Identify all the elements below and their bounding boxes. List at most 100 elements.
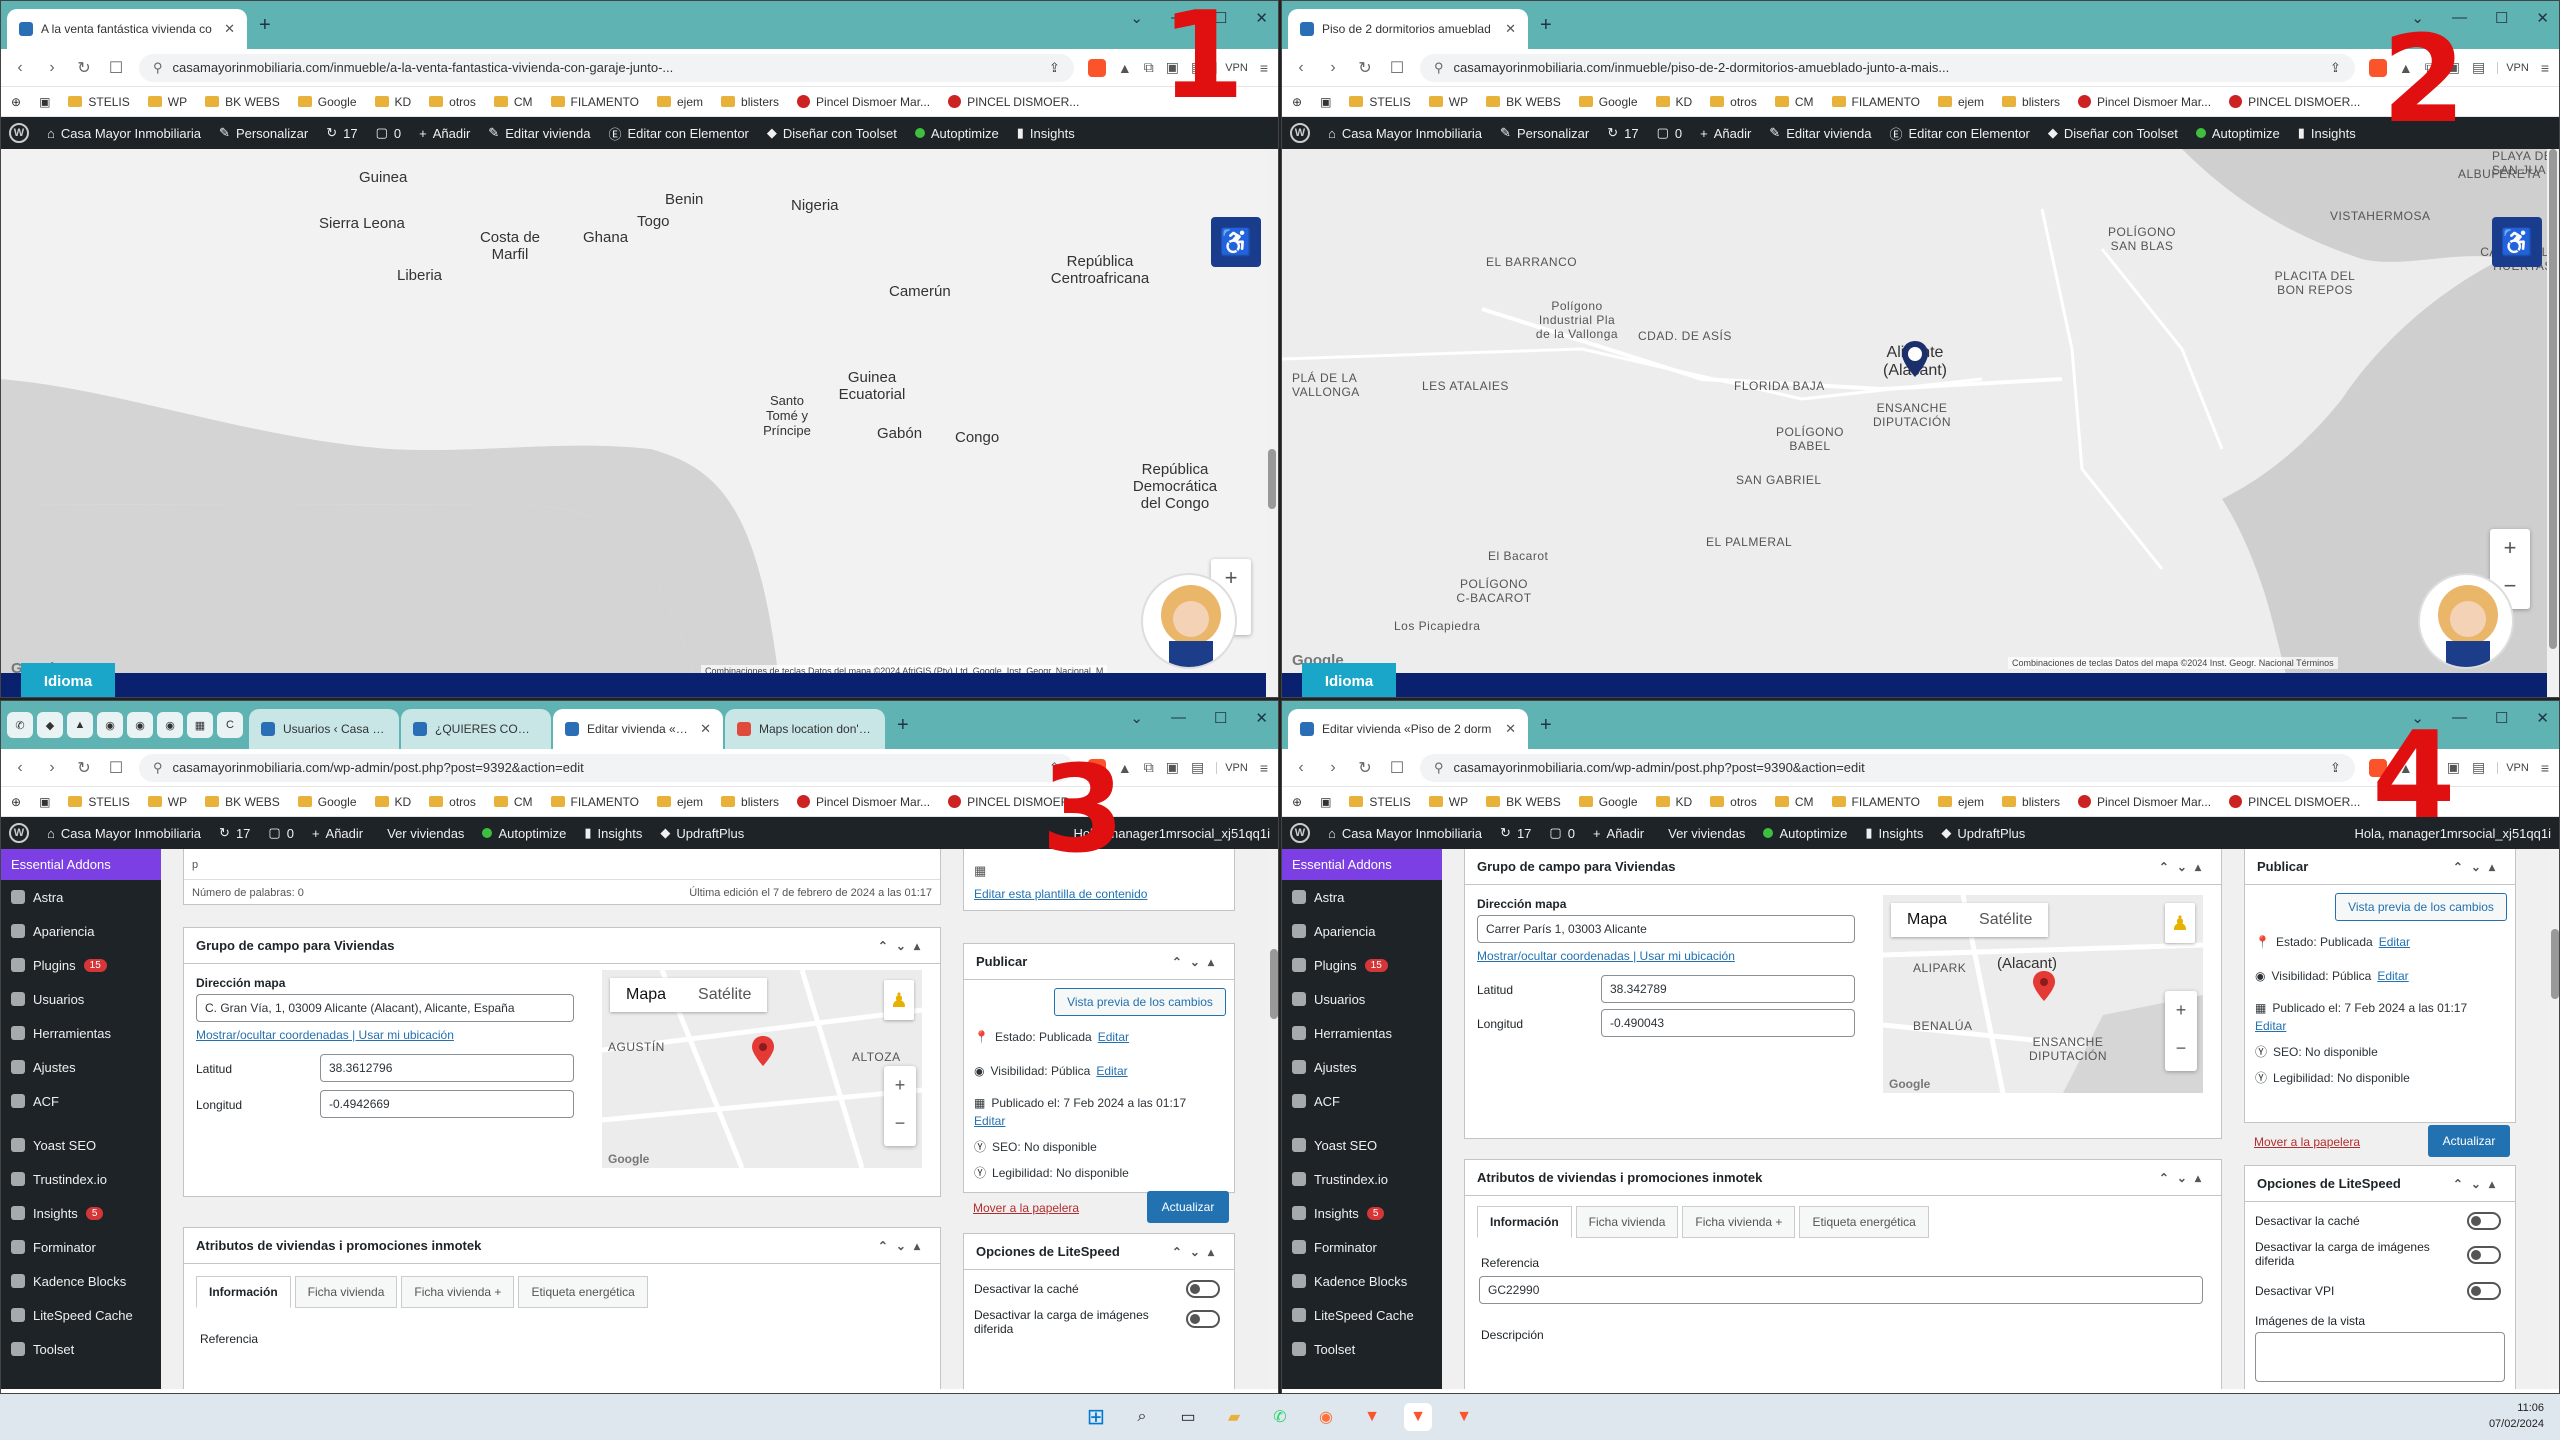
home-map-pin-icon[interactable] (1902, 341, 1928, 377)
admin-bar-item[interactable]: ◆ Diseñar con Toolset (2048, 125, 2178, 141)
bookmark-item[interactable]: blisters (721, 95, 779, 109)
bookmark-item[interactable]: blisters (721, 795, 779, 809)
pinned-tab-icon[interactable]: ◉ (127, 712, 153, 738)
firefox-icon[interactable]: ◉ (1312, 1403, 1340, 1431)
admin-bar-item[interactable]: ▮ Insights (1017, 125, 1075, 141)
zoom-control[interactable]: + − (884, 1066, 916, 1146)
bookmark-item[interactable]: BK WEBS (205, 795, 280, 809)
bookmark-item[interactable]: WP (1428, 95, 1468, 109)
tab-ficha-vivienda-plus[interactable]: Ficha vivienda + (1682, 1206, 1796, 1238)
sidebar-item[interactable]: Astra (1282, 880, 1442, 914)
bookmark-item[interactable]: blisters (2002, 95, 2060, 109)
sidebar-icon[interactable]: ▣ (1166, 759, 1179, 776)
sidebar-item[interactable]: Usuarios (1, 982, 161, 1016)
box-controls[interactable]: ⌃⌄▴ (2453, 860, 2503, 874)
admin-bar-item[interactable]: ⌂ Casa Mayor Inmobiliaria (47, 126, 201, 141)
task-view-icon[interactable]: ▭ (1174, 1403, 1202, 1431)
bookmark-item[interactable]: BK WEBS (1486, 795, 1561, 809)
new-tab-button[interactable]: + (1530, 714, 1562, 737)
bookmark-item[interactable]: ejem (1938, 95, 1984, 109)
bookmark-item[interactable]: ejem (657, 95, 703, 109)
bookmark-item[interactable]: PINCEL DISMOER... (948, 95, 1079, 109)
disable-cache-toggle[interactable] (1186, 1280, 1220, 1298)
assistant-avatar[interactable] (1141, 573, 1237, 669)
bookmark-item[interactable]: otros (429, 795, 476, 809)
sidebar-item[interactable]: Insights 5 (1, 1196, 161, 1230)
reference-input[interactable]: GC22990 (1479, 1276, 2203, 1304)
close-window-button[interactable]: ✕ (1255, 9, 1268, 27)
bookmark-item[interactable]: STELIS (68, 95, 130, 109)
apps-icon[interactable]: ⊕ (11, 795, 21, 809)
back-button[interactable]: ‹ (1292, 59, 1310, 77)
satellite-view-button[interactable]: Satélite (1963, 903, 2048, 937)
sidebar-item[interactable]: Astra (1, 880, 161, 914)
wordpress-logo-icon[interactable]: W (9, 823, 29, 843)
bookmark-item[interactable]: WP (147, 95, 187, 109)
pinned-tab-whatsapp-icon[interactable]: ✆ (7, 712, 33, 738)
admin-bar-item[interactable]: Ver viviendas (1662, 826, 1745, 841)
site-info-icon[interactable]: ⚲ (1434, 60, 1444, 76)
close-window-button[interactable]: ✕ (2536, 709, 2549, 727)
wordpress-logo-icon[interactable]: W (1290, 123, 1310, 143)
share-icon[interactable]: ⇪ (1049, 60, 1060, 76)
map-alicante[interactable]: ALBUFERETA PLAYA DE SAN JUAN VISTAHERMOS… (1282, 149, 2559, 697)
bookmark-item[interactable]: CM (493, 795, 533, 809)
admin-bar-item[interactable]: ✎ Editar vivienda (1769, 125, 1871, 141)
coords-links[interactable]: Mostrar/ocultar coordenadas | Usar mi ub… (1477, 949, 1735, 963)
tab-groups-icon[interactable]: ▣ (39, 795, 50, 809)
bookmark-item[interactable]: FILAMENTO (550, 795, 639, 809)
tab-groups-icon[interactable]: ▣ (1320, 795, 1331, 809)
tab-etiqueta-energetica[interactable]: Etiqueta energética (518, 1276, 648, 1308)
site-info-icon[interactable]: ⚲ (153, 60, 163, 76)
admin-bar-item[interactable]: Autoptimize (2195, 126, 2280, 141)
map-view-button[interactable]: Mapa (610, 978, 682, 1012)
move-to-trash-link[interactable]: Mover a la papelera (973, 1201, 1079, 1215)
sidebar-item[interactable]: Toolset (1, 1332, 161, 1366)
bookmark-item[interactable]: KD (1655, 95, 1692, 109)
box-controls[interactable]: ⌃⌄▴ (2453, 1177, 2503, 1191)
apps-icon[interactable]: ⊕ (1292, 95, 1302, 109)
tab-ficha-vivienda[interactable]: Ficha vivienda (1575, 1206, 1679, 1238)
maximize-button[interactable]: ☐ (2495, 709, 2508, 727)
admin-bar-item[interactable]: ⌂ Casa Mayor Inmobiliaria (47, 826, 201, 841)
vpn-button[interactable]: VPN (2497, 761, 2529, 774)
box-controls[interactable]: ⌃⌄▴ (2159, 860, 2209, 874)
sidebar-item[interactable]: Herramientas (1, 1016, 161, 1050)
bookmark-item[interactable]: WP (1428, 795, 1468, 809)
share-icon[interactable]: ⇪ (2330, 760, 2341, 776)
chevron-down-icon[interactable]: ⌄ (1130, 709, 1143, 727)
tab-etiqueta-energetica[interactable]: Etiqueta energética (1799, 1206, 1929, 1238)
address-bar[interactable]: ⚲ casamayorinmobiliaria.com/wp-admin/post… (139, 753, 1074, 782)
box-controls[interactable]: ⌃⌄▴ (878, 1239, 928, 1253)
admin-bar-item[interactable]: ▢ 0 (376, 125, 402, 141)
longitude-input[interactable]: -0.4942669 (320, 1090, 574, 1118)
disable-cache-toggle[interactable] (2467, 1212, 2501, 1230)
admin-bar-item[interactable]: ▮ Insights (1865, 825, 1923, 841)
box-controls[interactable]: ⌃⌄▴ (1172, 955, 1222, 969)
bookmark-item[interactable]: Google (1578, 795, 1638, 809)
disable-lazy-toggle[interactable] (1186, 1310, 1220, 1328)
menu-icon[interactable]: ≡ (1260, 760, 1268, 776)
rewards-icon[interactable]: ▲ (1118, 60, 1132, 76)
admin-bar-item[interactable]: Autoptimize (914, 126, 999, 141)
tab-informacion[interactable]: Información (1477, 1206, 1572, 1238)
edit-template-link[interactable]: Editar esta plantilla de contenido (974, 887, 1147, 901)
brave-icon[interactable]: ▼ (1358, 1403, 1386, 1431)
reload-button[interactable]: ↻ (75, 758, 93, 778)
edit-visibility-link[interactable]: Editar (1096, 1064, 1127, 1078)
extensions-icon[interactable]: ⧉ (1144, 59, 1154, 76)
admin-bar-item[interactable]: ▢ 0 (1549, 825, 1575, 841)
site-info-icon[interactable]: ⚲ (153, 760, 163, 776)
edit-date-link[interactable]: Editar (2255, 1019, 2286, 1033)
admin-bar-item[interactable]: ↻ 17 (1500, 825, 1531, 841)
location-pin-icon[interactable] (752, 1036, 774, 1066)
menu-icon[interactable]: ≡ (1260, 60, 1268, 76)
sidebar-item[interactable]: Kadence Blocks (1, 1264, 161, 1298)
bookmark-item[interactable]: BK WEBS (205, 95, 280, 109)
tab-active[interactable]: A la venta fantástica vivienda co ✕ (7, 9, 247, 49)
edit-status-link[interactable]: Editar (1098, 1030, 1129, 1044)
bookmark-item[interactable]: Pincel Dismoer Mar... (797, 95, 930, 109)
search-icon[interactable]: ⌕ (1128, 1403, 1156, 1431)
admin-bar-item[interactable]: ⌂ Casa Mayor Inmobiliaria (1328, 826, 1482, 841)
bookmark-item[interactable]: Pincel Dismoer Mar... (2078, 95, 2211, 109)
